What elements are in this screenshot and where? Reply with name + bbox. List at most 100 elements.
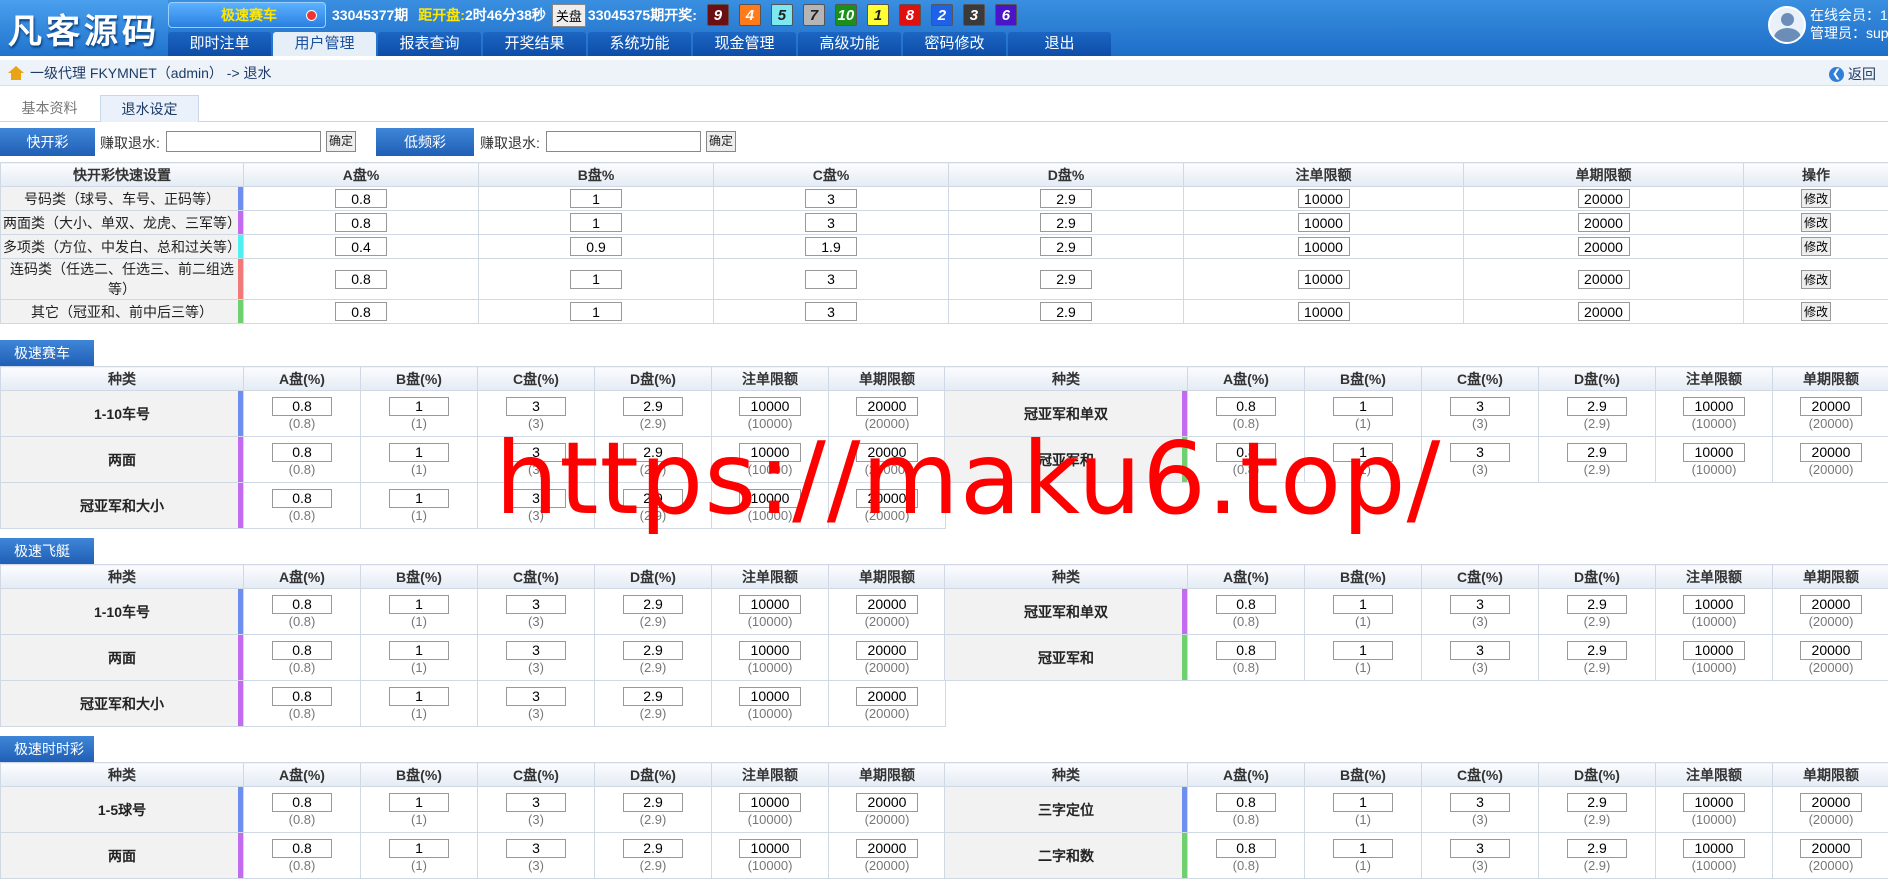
rebate-value-input[interactable] bbox=[623, 396, 683, 416]
quick-b-input[interactable] bbox=[570, 189, 622, 208]
rebate-value-input[interactable] bbox=[856, 686, 918, 706]
rebate-value-input[interactable] bbox=[856, 792, 918, 812]
close-market-button[interactable]: 关盘 bbox=[551, 3, 586, 27]
rebate-value-input[interactable] bbox=[389, 396, 449, 416]
rebate-value-input[interactable] bbox=[1450, 792, 1510, 812]
nav-tab-5[interactable]: 现金管理 bbox=[693, 32, 796, 56]
rebate-value-input[interactable] bbox=[739, 488, 801, 508]
rebate-value-input[interactable] bbox=[1567, 838, 1627, 858]
rebate-value-input[interactable] bbox=[739, 594, 801, 614]
rebate-value-input[interactable] bbox=[506, 396, 566, 416]
rebate-value-input[interactable] bbox=[623, 686, 683, 706]
rebate-value-input[interactable] bbox=[1216, 640, 1276, 660]
rebate-value-input[interactable] bbox=[1800, 442, 1862, 462]
rebate-value-input[interactable] bbox=[623, 838, 683, 858]
quick-order-input[interactable] bbox=[1297, 237, 1350, 256]
rebate-value-input[interactable] bbox=[506, 488, 566, 508]
rebate-value-input[interactable] bbox=[506, 442, 566, 462]
slow-confirm-button[interactable]: 确定 bbox=[706, 131, 736, 152]
quick-a-input[interactable] bbox=[335, 213, 387, 232]
quick-period-input[interactable] bbox=[1577, 302, 1630, 321]
rebate-value-input[interactable] bbox=[389, 442, 449, 462]
rebate-value-input[interactable] bbox=[856, 396, 918, 416]
quick-c-input[interactable] bbox=[805, 269, 857, 289]
quick-order-input[interactable] bbox=[1297, 189, 1350, 208]
nav-tab-7[interactable]: 密码修改 bbox=[903, 32, 1006, 56]
quick-c-input[interactable] bbox=[805, 302, 857, 321]
rebate-value-input[interactable] bbox=[272, 838, 332, 858]
rebate-value-input[interactable] bbox=[1216, 838, 1276, 858]
rebate-value-input[interactable] bbox=[1333, 792, 1393, 812]
rebate-value-input[interactable] bbox=[1683, 594, 1745, 614]
rebate-value-input[interactable] bbox=[1450, 838, 1510, 858]
rebate-value-input[interactable] bbox=[1333, 838, 1393, 858]
rebate-value-input[interactable] bbox=[272, 488, 332, 508]
quick-order-input[interactable] bbox=[1297, 213, 1350, 232]
rebate-value-input[interactable] bbox=[1800, 792, 1862, 812]
quick-b-input[interactable] bbox=[570, 302, 622, 321]
edit-button[interactable]: 修改 bbox=[1801, 213, 1831, 232]
rebate-value-input[interactable] bbox=[739, 838, 801, 858]
tab-rebate-settings[interactable]: 退水设定 bbox=[100, 95, 199, 122]
quick-order-input[interactable] bbox=[1297, 302, 1350, 321]
nav-tab-1[interactable]: 用户管理 bbox=[273, 32, 376, 56]
quick-a-input[interactable] bbox=[335, 269, 387, 289]
rebate-value-input[interactable] bbox=[739, 792, 801, 812]
rebate-value-input[interactable] bbox=[1450, 640, 1510, 660]
game-selector[interactable]: 极速赛车 bbox=[168, 2, 326, 28]
quick-b-input[interactable] bbox=[570, 237, 622, 256]
nav-tab-8[interactable]: 退出 bbox=[1008, 32, 1111, 56]
quick-period-input[interactable] bbox=[1577, 213, 1630, 232]
rebate-value-input[interactable] bbox=[1216, 792, 1276, 812]
rebate-value-input[interactable] bbox=[1800, 396, 1862, 416]
rebate-value-input[interactable] bbox=[272, 640, 332, 660]
rebate-value-input[interactable] bbox=[1683, 792, 1745, 812]
rebate-value-input[interactable] bbox=[1683, 396, 1745, 416]
rebate-value-input[interactable] bbox=[389, 792, 449, 812]
rebate-value-input[interactable] bbox=[856, 640, 918, 660]
rebate-value-input[interactable] bbox=[272, 442, 332, 462]
rebate-value-input[interactable] bbox=[623, 488, 683, 508]
nav-tab-2[interactable]: 报表查询 bbox=[378, 32, 481, 56]
rebate-value-input[interactable] bbox=[1333, 594, 1393, 614]
rebate-value-input[interactable] bbox=[856, 594, 918, 614]
quick-order-input[interactable] bbox=[1297, 269, 1350, 289]
rebate-value-input[interactable] bbox=[389, 838, 449, 858]
rebate-value-input[interactable] bbox=[1216, 594, 1276, 614]
fast-earn-rebate-input[interactable] bbox=[166, 131, 321, 152]
rebate-value-input[interactable] bbox=[623, 640, 683, 660]
rebate-value-input[interactable] bbox=[1216, 442, 1276, 462]
quick-a-input[interactable] bbox=[335, 237, 387, 256]
back-link[interactable]: ❮ 返回 bbox=[1829, 64, 1876, 84]
rebate-value-input[interactable] bbox=[389, 686, 449, 706]
rebate-value-input[interactable] bbox=[1567, 640, 1627, 660]
rebate-value-input[interactable] bbox=[739, 640, 801, 660]
rebate-value-input[interactable] bbox=[739, 686, 801, 706]
rebate-value-input[interactable] bbox=[1216, 396, 1276, 416]
rebate-value-input[interactable] bbox=[1567, 396, 1627, 416]
rebate-value-input[interactable] bbox=[1333, 442, 1393, 462]
rebate-value-input[interactable] bbox=[1800, 594, 1862, 614]
slow-lottery-button[interactable]: 低频彩 bbox=[376, 128, 474, 156]
rebate-value-input[interactable] bbox=[272, 792, 332, 812]
edit-button[interactable]: 修改 bbox=[1801, 302, 1831, 321]
rebate-value-input[interactable] bbox=[389, 488, 449, 508]
rebate-value-input[interactable] bbox=[389, 594, 449, 614]
quick-d-input[interactable] bbox=[1040, 213, 1092, 232]
rebate-value-input[interactable] bbox=[1567, 792, 1627, 812]
quick-period-input[interactable] bbox=[1577, 237, 1630, 256]
rebate-value-input[interactable] bbox=[1567, 442, 1627, 462]
rebate-value-input[interactable] bbox=[272, 396, 332, 416]
nav-tab-6[interactable]: 高级功能 bbox=[798, 32, 901, 56]
quick-d-input[interactable] bbox=[1040, 189, 1092, 208]
rebate-value-input[interactable] bbox=[1800, 838, 1862, 858]
rebate-value-input[interactable] bbox=[506, 686, 566, 706]
rebate-value-input[interactable] bbox=[506, 640, 566, 660]
tab-basic-info[interactable]: 基本资料 bbox=[0, 95, 99, 122]
quick-a-input[interactable] bbox=[335, 189, 387, 208]
fast-confirm-button[interactable]: 确定 bbox=[326, 131, 356, 152]
rebate-value-input[interactable] bbox=[389, 640, 449, 660]
edit-button[interactable]: 修改 bbox=[1801, 269, 1831, 289]
edit-button[interactable]: 修改 bbox=[1801, 237, 1831, 256]
rebate-value-input[interactable] bbox=[1450, 396, 1510, 416]
